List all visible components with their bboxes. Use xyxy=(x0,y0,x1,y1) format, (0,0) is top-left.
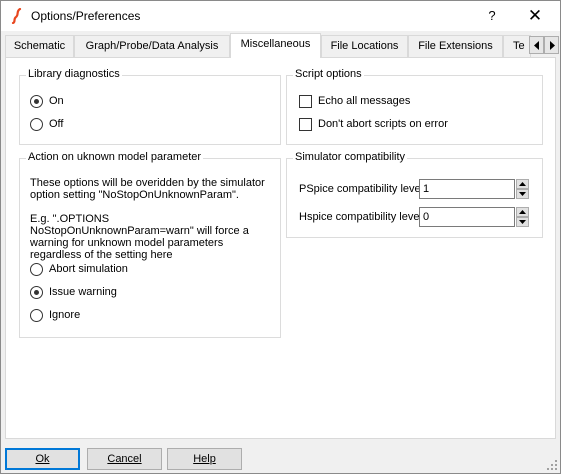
app-icon xyxy=(11,8,22,24)
resize-grip-icon[interactable] xyxy=(546,459,558,471)
simulator-compat-group: Simulator compatibility PSpice compatibi… xyxy=(286,151,543,238)
tab-file-locations[interactable]: File Locations xyxy=(321,35,408,57)
tab-te[interactable]: Te xyxy=(503,35,531,57)
unknown-param-info-2: E.g. ".OPTIONS NoStopOnUnknownParam=warn… xyxy=(30,213,249,261)
help-icon[interactable]: ? xyxy=(475,1,509,31)
pspice-level-spinner[interactable] xyxy=(516,179,529,199)
radio-label: On xyxy=(49,95,64,107)
close-icon[interactable]: ✕ xyxy=(511,1,559,31)
checkbox-label: Don't abort scripts on error xyxy=(318,118,448,130)
tab-strip: Schematic Graph/Probe/Data Analysis Misc… xyxy=(1,31,560,58)
hspice-level-label: Hspice compatibility level xyxy=(299,211,422,223)
library-diagnostics-group: Library diagnostics On Off xyxy=(19,68,281,145)
spin-up-icon[interactable] xyxy=(516,207,529,217)
checkbox-icon[interactable] xyxy=(299,95,312,108)
unknown-param-info-1: These options will be overidden by the s… xyxy=(30,177,265,201)
unknown-param-group: Action on uknown model parameter These o… xyxy=(19,151,281,338)
checkbox-icon[interactable] xyxy=(299,118,312,131)
title-bar[interactable]: Options/Preferences ? ✕ xyxy=(1,1,560,31)
tab-file-extensions[interactable]: File Extensions xyxy=(408,35,503,57)
radio-label: Abort simulation xyxy=(49,263,128,275)
cancel-button-label: Cancel xyxy=(107,453,142,465)
window-title: Options/Preferences xyxy=(31,9,141,23)
tab-scroll-right-icon[interactable] xyxy=(544,36,559,54)
checkbox-label: Echo all messages xyxy=(318,95,411,107)
unknown-param-title: Action on uknown model parameter xyxy=(26,151,204,163)
tab-scroll-left-icon[interactable] xyxy=(529,36,544,54)
spin-down-icon[interactable] xyxy=(516,189,529,199)
radio-selected-icon[interactable] xyxy=(30,95,43,108)
spin-down-icon[interactable] xyxy=(516,217,529,227)
library-diagnostics-title: Library diagnostics xyxy=(26,68,122,80)
radio-icon[interactable] xyxy=(30,118,43,131)
tab-miscellaneous[interactable]: Miscellaneous xyxy=(230,33,321,58)
radio-label: Off xyxy=(49,118,64,130)
pspice-level-label: PSpice compatibility level xyxy=(299,183,424,195)
ok-button[interactable]: Ok xyxy=(5,448,80,470)
help-button-label: Help xyxy=(193,453,216,465)
script-options-title: Script options xyxy=(293,68,364,80)
radio-icon[interactable] xyxy=(30,309,43,322)
radio-selected-icon[interactable] xyxy=(30,286,43,299)
pspice-level-input[interactable] xyxy=(419,179,515,199)
tab-graph-probe-data-analysis[interactable]: Graph/Probe/Data Analysis xyxy=(74,35,230,57)
radio-icon[interactable] xyxy=(30,263,43,276)
cancel-button[interactable]: Cancel xyxy=(87,448,162,470)
help-button[interactable]: Help xyxy=(167,448,242,470)
miscellaneous-panel: Library diagnostics On Off Script option… xyxy=(5,57,556,439)
hspice-level-input[interactable] xyxy=(419,207,515,227)
hspice-level-spinner[interactable] xyxy=(516,207,529,227)
radio-label: Issue warning xyxy=(49,286,117,298)
simulator-compat-title: Simulator compatibility xyxy=(293,151,408,163)
radio-label: Ignore xyxy=(49,309,81,321)
tab-schematic[interactable]: Schematic xyxy=(5,35,74,57)
ok-button-label: Ok xyxy=(35,453,50,465)
script-options-group: Script options Echo all messages Don't a… xyxy=(286,68,543,145)
spin-up-icon[interactable] xyxy=(516,179,529,189)
options-dialog: Options/Preferences ? ✕ Schematic Graph/… xyxy=(0,0,561,474)
